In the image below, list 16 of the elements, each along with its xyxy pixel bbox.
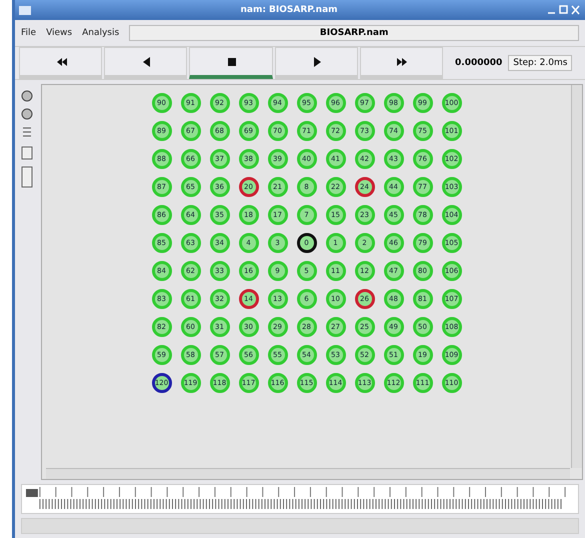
menu-item[interactable]: Analysis <box>82 28 120 38</box>
forward-icon <box>394 56 408 68</box>
time-display: 0.000000 <box>455 58 502 68</box>
timeline-slider[interactable] <box>21 484 579 514</box>
vertical-scrollbar[interactable] <box>571 85 582 468</box>
stop-button[interactable] <box>189 47 273 79</box>
menu-item[interactable]: Views <box>46 28 72 38</box>
window-controls-icon[interactable] <box>547 5 581 15</box>
window-menu-icon[interactable] <box>19 6 31 14</box>
square-icon[interactable] <box>21 146 33 160</box>
slider-thumb[interactable] <box>26 489 38 497</box>
step-control[interactable]: Step: 2.0ms <box>508 55 572 71</box>
file-name-field[interactable]: BIOSARP.nam <box>129 25 579 41</box>
horizontal-scrollbar[interactable] <box>46 468 570 479</box>
menu-item[interactable]: File <box>21 28 36 38</box>
window-title: nam: BIOSARP.nam <box>239 5 339 15</box>
